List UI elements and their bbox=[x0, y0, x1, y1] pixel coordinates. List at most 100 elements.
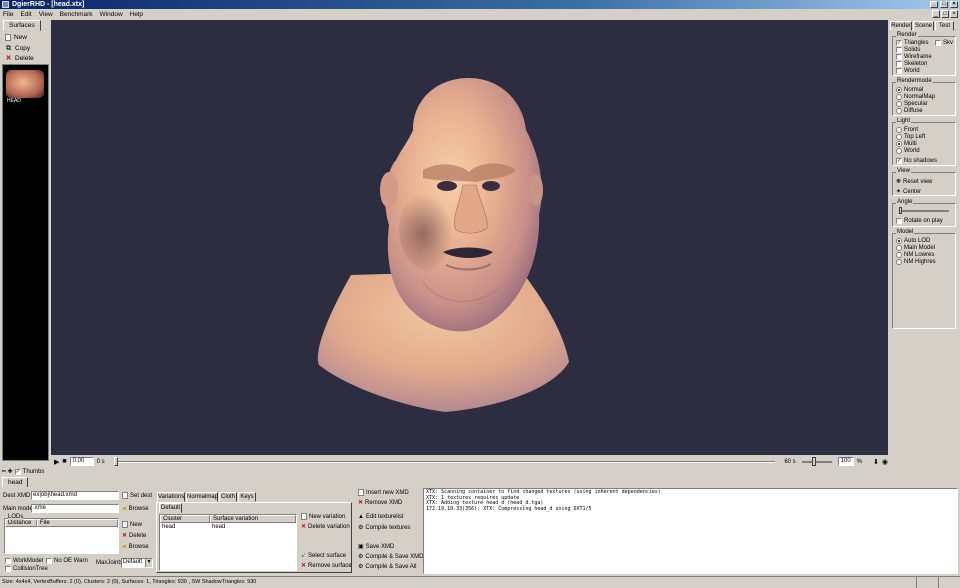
new-surface-button[interactable]: New bbox=[5, 34, 27, 41]
lods-list[interactable]: Distance File bbox=[4, 518, 119, 554]
tab-variations[interactable]: Variations bbox=[157, 492, 185, 502]
browse-main-button[interactable]: ▰ Browse bbox=[122, 505, 149, 513]
minimize-button[interactable]: _ bbox=[930, 1, 938, 8]
close-button[interactable]: × bbox=[950, 1, 958, 8]
globe-icon[interactable]: ◉ bbox=[882, 458, 888, 466]
lod-browse-button[interactable]: ▰ Browse bbox=[122, 543, 149, 551]
angle-slider[interactable] bbox=[899, 207, 949, 214]
dropdown-arrow-icon[interactable]: ▼ bbox=[145, 559, 152, 567]
timeline-slider-thumb[interactable] bbox=[113, 456, 118, 466]
reset-view-button[interactable]: ❋ Reset view bbox=[896, 178, 932, 186]
tab-render[interactable]: Render bbox=[890, 21, 912, 31]
insert-new-xmd-button[interactable]: Insert new XMD bbox=[358, 489, 409, 496]
select-surface-button[interactable]: ➹ Select surface bbox=[301, 552, 346, 560]
delete-variation-button[interactable]: ✕ Delete variation bbox=[301, 523, 350, 531]
wireframe-checkbox[interactable]: Wireframe bbox=[896, 54, 932, 60]
skeleton-checkbox[interactable]: Skeleton bbox=[896, 61, 927, 67]
light-topleft-radio[interactable]: Top Left bbox=[896, 134, 925, 140]
zoom-slider[interactable] bbox=[801, 456, 832, 466]
maximize-button[interactable]: □ bbox=[940, 1, 948, 8]
plus-icon[interactable]: ✚ bbox=[8, 468, 13, 475]
lod-delete-button[interactable]: ✕ Delete bbox=[122, 532, 146, 540]
maxjoints-select[interactable]: Default ▼ bbox=[121, 558, 153, 568]
output-log[interactable]: XTX: Scanning container to find changed … bbox=[423, 488, 958, 574]
thumbs-checkbox[interactable]: ✓ bbox=[14, 468, 21, 475]
stop-icon[interactable]: ■ bbox=[62, 458, 66, 465]
tab-scene[interactable]: Scene bbox=[913, 21, 934, 31]
no-oe-warn-checkbox[interactable]: No OE Warn bbox=[46, 558, 88, 564]
compile-textures-button[interactable]: ⚙ Compile textures bbox=[358, 524, 410, 532]
world-checkbox[interactable]: World bbox=[896, 68, 920, 74]
timeline-slider[interactable] bbox=[113, 456, 776, 466]
compile-save-xmd-button[interactable]: ⚙ Compile & Save XMD bbox=[358, 553, 423, 561]
rendermode-specular-radio[interactable]: Specular bbox=[896, 101, 928, 107]
tab-keys[interactable]: Keys bbox=[238, 492, 256, 502]
delete-surface-button[interactable]: ✕ Delete bbox=[5, 55, 34, 62]
center-button[interactable]: ✦ Center bbox=[896, 188, 921, 196]
edit-texturelist-button[interactable]: ▲ Edit texturelist bbox=[358, 514, 404, 520]
compile-save-all-button[interactable]: ⚙ Compile & Save All bbox=[358, 563, 416, 571]
no-shadows-checkbox[interactable]: ✓ No shadows bbox=[896, 158, 937, 164]
menu-window[interactable]: Window bbox=[100, 11, 123, 18]
new-variation-button[interactable]: New variation bbox=[301, 513, 345, 520]
model-nmhighres-radio[interactable]: NM Highres bbox=[896, 259, 936, 265]
lods-col-file[interactable]: File bbox=[37, 519, 118, 527]
minus-icon[interactable]: ━ bbox=[2, 468, 6, 475]
var-col-cluster[interactable]: Cluster bbox=[160, 515, 210, 523]
rendermode-normal-radio[interactable]: Normal bbox=[896, 87, 923, 93]
workmodel-checkbox[interactable]: WorkModel bbox=[5, 558, 43, 564]
folder-icon: ▰ bbox=[122, 544, 127, 550]
download-icon[interactable]: ⬇ bbox=[873, 458, 879, 466]
menu-edit[interactable]: Edit bbox=[20, 11, 31, 18]
play-icon[interactable]: ▶ bbox=[54, 458, 59, 466]
lods-col-distance[interactable]: Distance bbox=[5, 519, 37, 527]
var-row-cluster[interactable]: head bbox=[162, 524, 175, 530]
menu-benchmark[interactable]: Benchmark bbox=[60, 11, 93, 18]
tab-cloth[interactable]: Cloth bbox=[219, 492, 237, 502]
tab-default[interactable]: Default bbox=[159, 503, 182, 513]
menu-file[interactable]: File bbox=[3, 11, 13, 18]
remove-surface-button[interactable]: ✕ Remove surface bbox=[301, 562, 352, 570]
zoom-field[interactable]: 100 bbox=[837, 457, 854, 466]
variations-list[interactable]: Cluster Surface variation head head bbox=[159, 514, 297, 571]
dest-xmd-input[interactable]: ex|obj\head.xmd bbox=[31, 491, 119, 500]
menu-help[interactable]: Help bbox=[130, 11, 143, 18]
tab-normalmap[interactable]: Normalmap bbox=[186, 492, 218, 502]
model-mainmodel-radio[interactable]: Main Model bbox=[896, 245, 935, 251]
delete-label: Delete bbox=[15, 55, 34, 62]
var-row-variation[interactable]: head bbox=[212, 524, 225, 530]
light-world-radio[interactable]: World bbox=[896, 148, 920, 154]
rendermode-diffuse-radio[interactable]: Diffuse bbox=[896, 108, 923, 114]
save-xmd-button[interactable]: ▣ Save XMD bbox=[358, 543, 394, 551]
surface-thumbnail-list[interactable]: HEAD bbox=[2, 64, 49, 461]
light-multi-radio[interactable]: Multi bbox=[896, 141, 917, 147]
frame-field[interactable]: 0.00 bbox=[69, 457, 94, 466]
menu-view[interactable]: View bbox=[39, 11, 53, 18]
light-front-radio[interactable]: Front bbox=[896, 127, 918, 133]
solids-checkbox[interactable]: Solids bbox=[896, 47, 920, 53]
main-model-input[interactable]: .xme bbox=[31, 504, 119, 513]
rotate-on-play-checkbox[interactable]: Rotate on play bbox=[896, 218, 943, 224]
lod-new-button[interactable]: New bbox=[122, 521, 142, 528]
var-col-surface[interactable]: Surface variation bbox=[210, 515, 296, 523]
collision-tree-checkbox[interactable]: CollisionTree bbox=[5, 566, 48, 572]
remove-xmd-button[interactable]: ✕ Remove XMD bbox=[358, 499, 402, 507]
head-thumbnail-image[interactable] bbox=[6, 70, 44, 98]
window-title-bar: DgierRHD - [head.xtx] _ □ × bbox=[0, 0, 960, 9]
tab-test[interactable]: Test bbox=[935, 21, 954, 31]
mdi-restore-button[interactable]: □ bbox=[941, 10, 949, 18]
model-group: Model Auto LOD Main Model NM Lowres NM H… bbox=[892, 229, 956, 329]
mdi-close-button[interactable]: × bbox=[950, 10, 958, 18]
new-doc-icon bbox=[358, 489, 364, 496]
mdi-minimize-button[interactable]: _ bbox=[932, 10, 940, 18]
rendermode-normalmap-radio[interactable]: NormalMap bbox=[896, 94, 935, 100]
model-autolod-radio[interactable]: Auto LOD bbox=[896, 238, 930, 244]
copy-surface-button[interactable]: ⧉ Copy bbox=[5, 45, 30, 52]
set-dest-button[interactable]: Set dest bbox=[122, 492, 152, 499]
tab-surfaces[interactable]: Surfaces bbox=[3, 20, 41, 31]
skv-checkbox[interactable]: Skv bbox=[935, 40, 953, 46]
3d-viewport[interactable] bbox=[51, 20, 888, 455]
triangles-checkbox[interactable]: ✓ Triangles bbox=[896, 40, 928, 46]
rendermode-group-title: Rendermode bbox=[896, 78, 933, 84]
model-nmlowres-radio[interactable]: NM Lowres bbox=[896, 252, 934, 258]
